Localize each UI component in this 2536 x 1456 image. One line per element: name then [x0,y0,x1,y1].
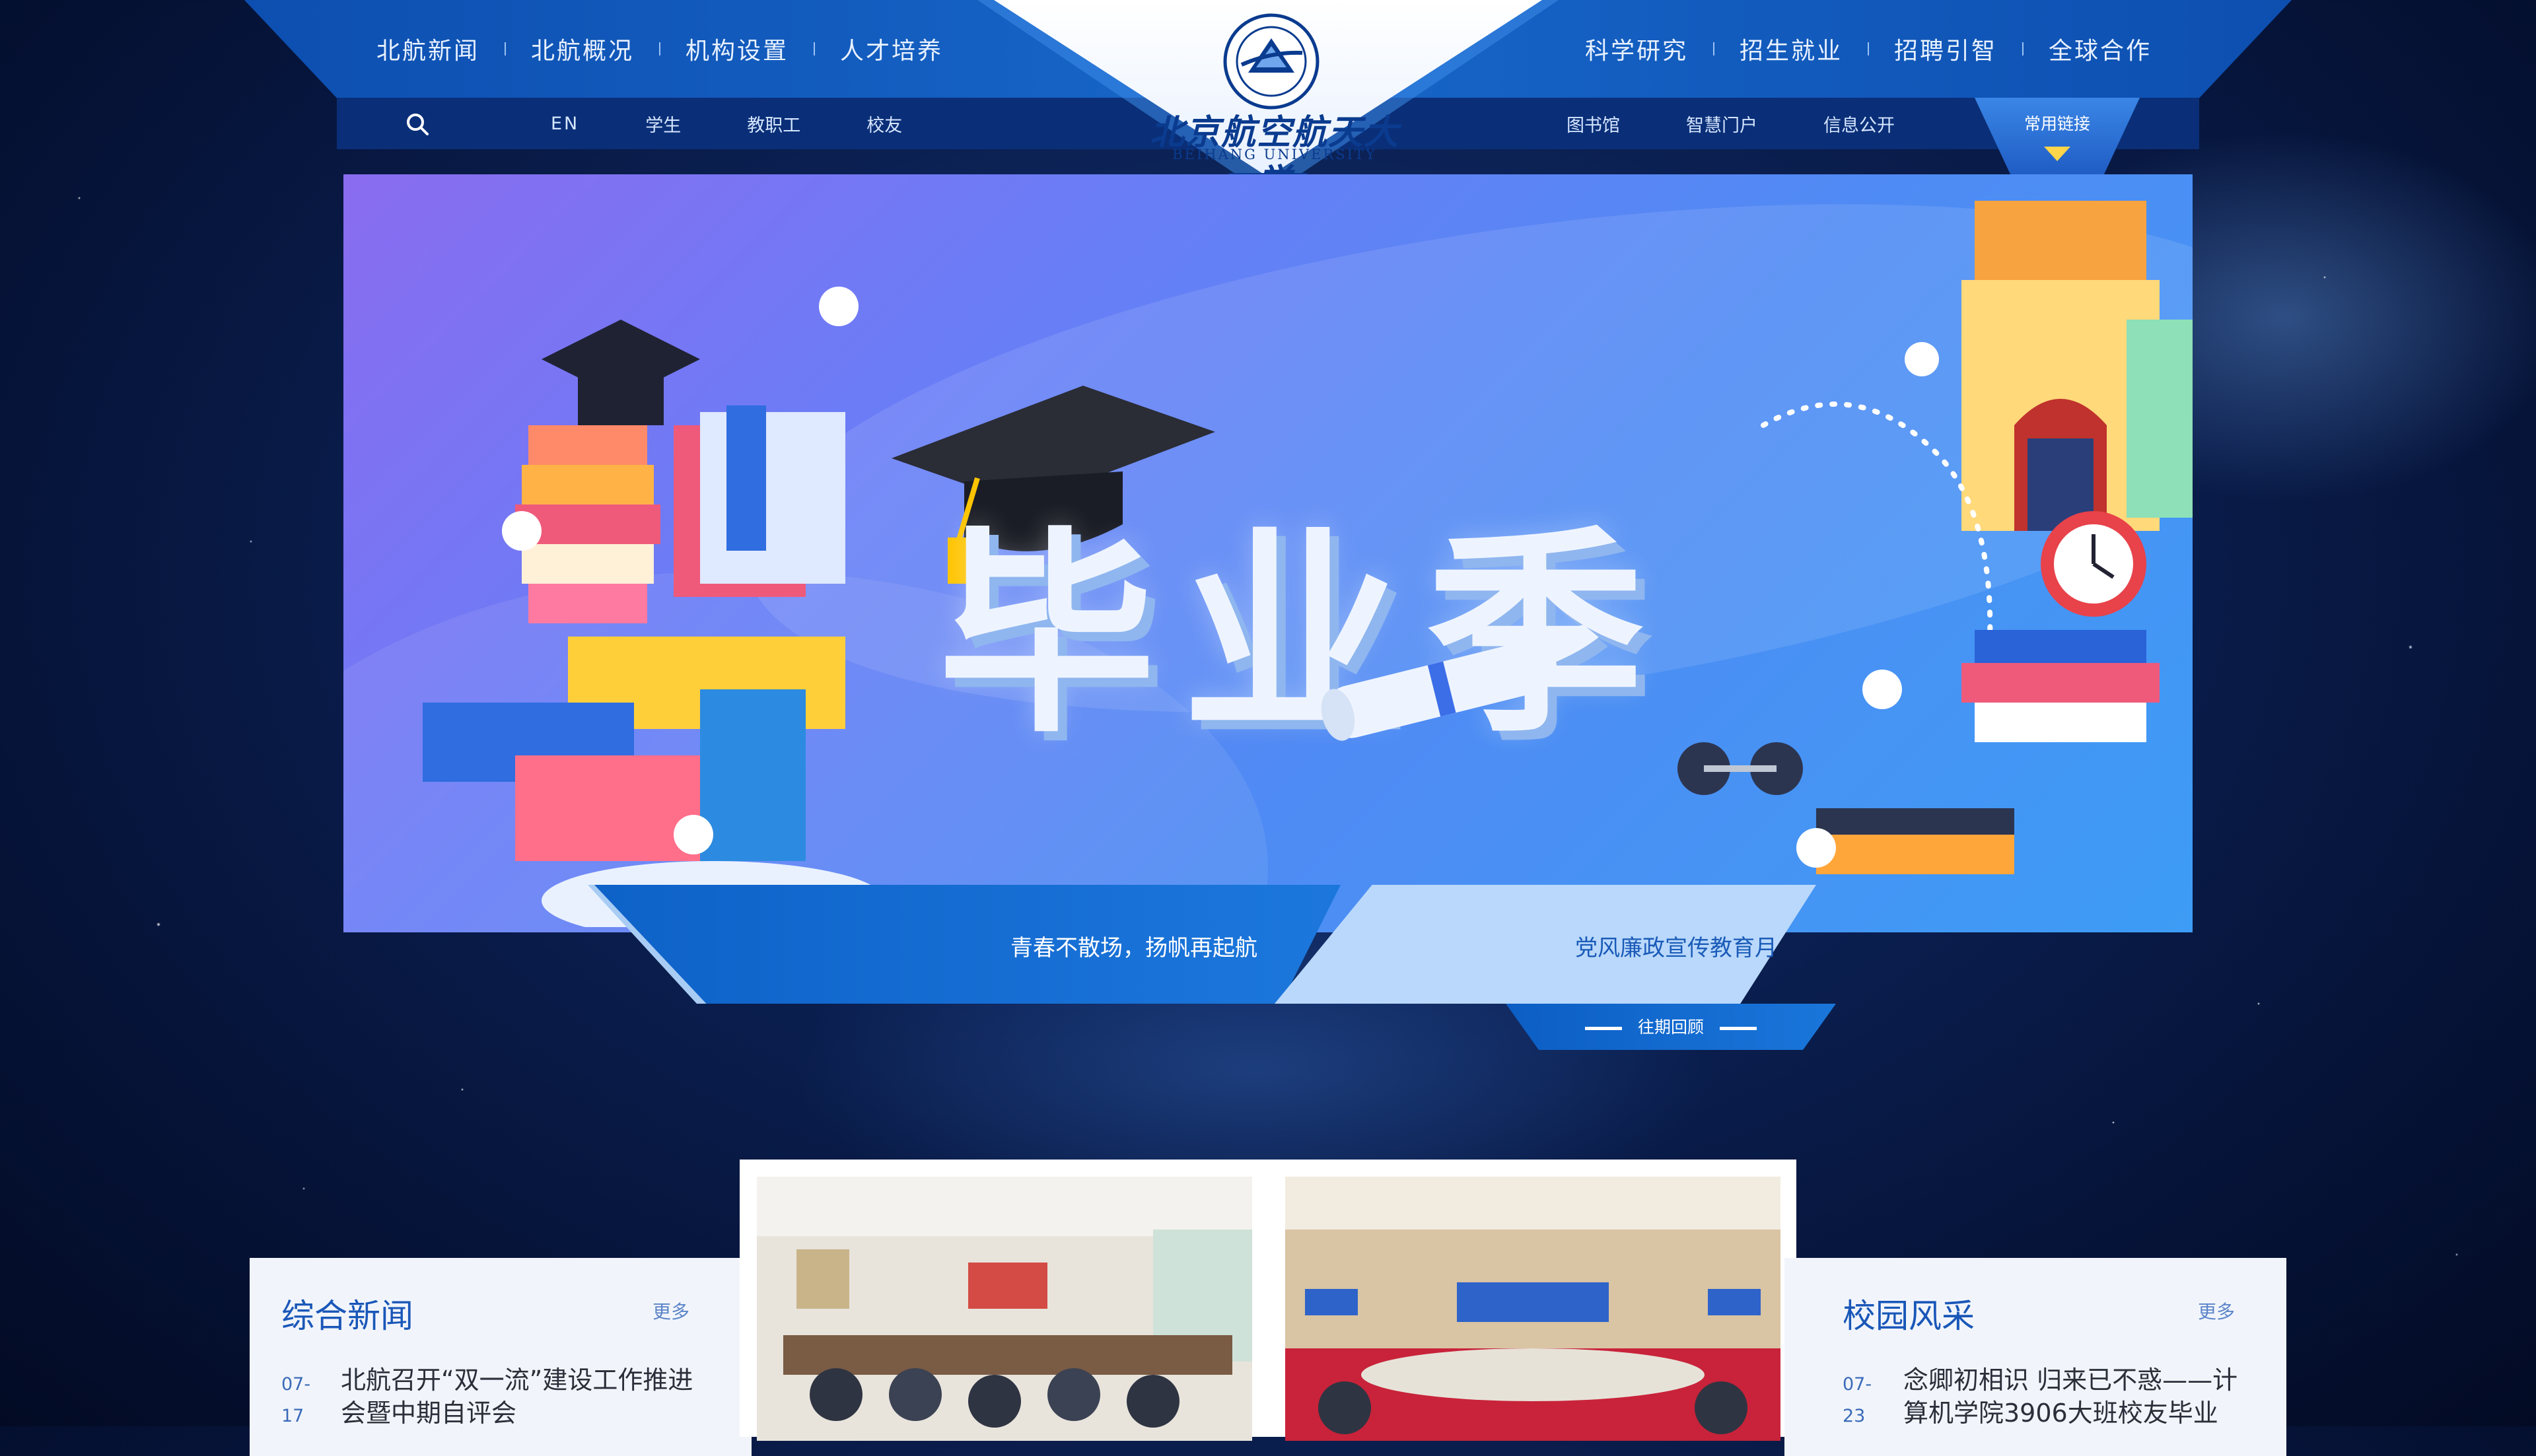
nav-item-organization[interactable]: 机构设置 [660,32,814,66]
nav-item-research[interactable]: 科学研究 [1585,32,1713,66]
news-item[interactable]: 北航召开“双一流”建设工作推进 会暨中期自评会 [341,1364,693,1430]
nav-item-global[interactable]: 全球合作 [2024,32,2177,66]
sub-nav-right: 图书馆 智慧门户 信息公开 [1567,98,1895,149]
general-news-panel: 综合新闻 更多 07- 17 北航召开“双一流”建设工作推进 会暨中期自评会 [250,1258,752,1456]
news-item-line[interactable]: 念卿初相识 归来已不惑——计 [1903,1364,2237,1397]
campus-life-panel: 校园风采 更多 07- 23 念卿初相识 归来已不惑——计 算机学院3906大班… [1784,1258,2286,1456]
news-date: 07- 23 [1843,1369,1872,1432]
hero-banner[interactable]: 毕业季 [343,174,2193,932]
campus-illustration [1565,174,2193,914]
section-title[interactable]: 综合新闻 [281,1290,413,1337]
banner-tab-inactive-label[interactable]: 党风廉政宣传教育月 [1575,930,1777,962]
news-photo[interactable] [757,1177,1252,1441]
sub-nav-alumni[interactable]: 校友 [866,111,902,137]
news-date-month: 07- [1843,1369,1872,1401]
logo-english-name[interactable]: BEIHANG UNIVERSITY [1149,147,1400,162]
banner-tab-active-label[interactable]: 青春不散场，扬帆再起航 [1010,930,1257,962]
past-review-row[interactable]: 往期回顾 [1506,1014,1836,1038]
sub-nav-en[interactable]: EN [551,114,579,134]
books-illustration [423,188,951,927]
nav-item-education[interactable]: 人才培养 [815,32,968,66]
sub-nav-left: EN 学生 教职工 校友 [551,98,902,149]
conference-photo-image [1285,1177,1780,1441]
nav-item-overview[interactable]: 北航概况 [506,32,659,66]
news-item-line[interactable]: 北航召开“双一流”建设工作推进 [341,1364,693,1397]
news-item-line[interactable]: 会暨中期自评会 [341,1397,693,1430]
banner-tabs: 青春不散场，扬帆再起航 党风廉政宣传教育月 [594,885,1955,1004]
past-review-label[interactable]: 往期回顾 [1638,1018,1704,1037]
section-title[interactable]: 校园风采 [1843,1290,1975,1337]
nav-item-recruitment[interactable]: 招聘引智 [1869,32,2022,66]
dash-decoration [1720,1027,1757,1030]
more-link[interactable]: 更多 [652,1298,689,1324]
meeting-photo-image [757,1177,1252,1441]
common-links-label[interactable]: 常用链接 [1975,111,2140,135]
sub-nav-students[interactable]: 学生 [645,111,681,137]
news-date-month: 07- [281,1369,310,1401]
nav-item-admissions[interactable]: 招生就业 [1714,32,1868,66]
main-nav-right: 科学研究 招生就业 招聘引智 全球合作 [1585,0,2177,98]
diploma-scroll-icon [1308,630,1572,742]
featured-photos [740,1160,1796,1437]
sub-nav-staff[interactable]: 教职工 [747,111,800,137]
news-date-day: 17 [281,1401,310,1432]
nav-item-news[interactable]: 北航新闻 [376,32,505,66]
sub-nav-library[interactable]: 图书馆 [1567,111,1620,137]
university-emblem-icon[interactable] [1222,12,1321,111]
news-item[interactable]: 念卿初相识 归来已不惑——计 算机学院3906大班校友毕业 [1903,1364,2237,1430]
main-nav-left: 北航新闻 北航概况 机构设置 人才培养 [376,0,968,98]
dash-decoration [1585,1027,1622,1030]
news-date: 07- 17 [281,1369,310,1432]
news-photo[interactable] [1285,1177,1780,1441]
more-link[interactable]: 更多 [2198,1298,2235,1324]
common-links-tab[interactable] [1975,98,2140,176]
sub-nav-disclosure[interactable]: 信息公开 [1823,111,1895,137]
sub-nav-portal[interactable]: 智慧门户 [1686,111,1757,137]
search-icon[interactable] [404,111,431,137]
news-item-line[interactable]: 算机学院3906大班校友毕业 [1903,1397,2237,1430]
news-date-day: 23 [1843,1401,1872,1432]
